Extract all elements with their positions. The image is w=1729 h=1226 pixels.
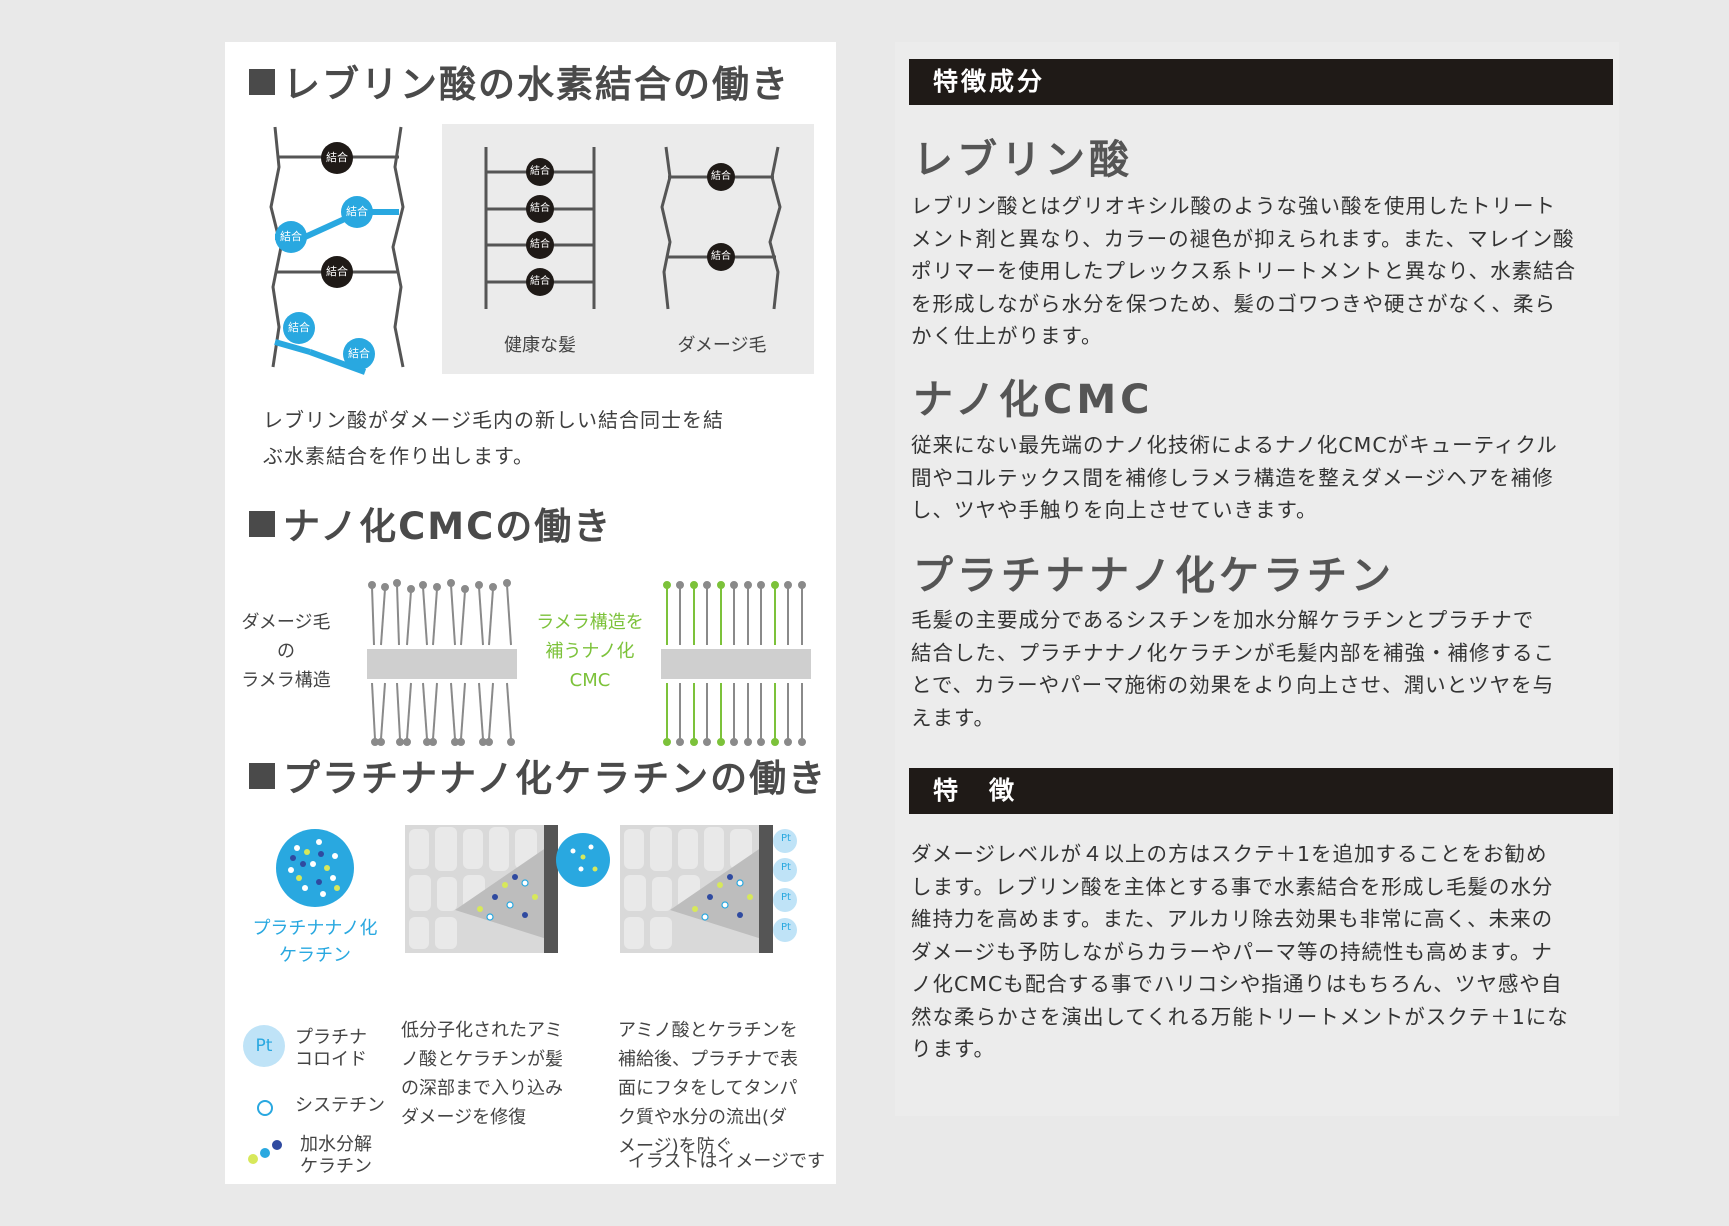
- damaged-lamella-diagram: [367, 579, 517, 746]
- square-bullet: [249, 69, 275, 95]
- legend-platinum-text: プラチナ コロイド: [295, 1027, 367, 1070]
- legend-cystine-icon: [257, 1100, 273, 1116]
- ingredient-title-levulinic: レブリン酸: [913, 137, 1133, 183]
- platinum-keratin-label: プラチナナノ化 ケラチン: [252, 918, 378, 966]
- left-illustration-panel: レブリン酸の水素結合の働き 結合 結合 結合 結合 結合 結合 結合 結合 結合…: [225, 42, 836, 1184]
- keratin-penetration-illustration: [405, 825, 610, 953]
- pt-bubble-4: Pt: [781, 922, 791, 933]
- damaged-bond-1: 結合: [707, 163, 735, 191]
- features-section-bar: 特徴成分: [909, 59, 1613, 105]
- healthy-bond-1: 結合: [526, 158, 554, 186]
- damaged-bond-2: 結合: [707, 243, 735, 271]
- ingredient-title-keratin: プラチナナノ化ケラチン: [913, 553, 1395, 599]
- ingredient-body-keratin: 毛髪の主要成分であるシスチンを加水分解ケラチンとプラチナで 結合した、プラチナナ…: [911, 608, 1555, 730]
- levulinic-caption: レブリン酸がダメージ毛内の新しい結合同士を結 ぶ水素結合を作り出します。: [263, 408, 724, 468]
- pt-bubble-2: Pt: [781, 862, 791, 873]
- legend-cystine-text: システチン: [295, 1095, 385, 1116]
- bond-dot-dark-1: 結合: [321, 142, 353, 174]
- square-bullet: [249, 511, 275, 537]
- section-heading-cmc: ナノ化CMCの働き: [249, 508, 612, 545]
- repaired-lamella-diagram: [661, 581, 811, 746]
- platinum-sealing-illustration: [620, 825, 797, 953]
- square-bullet: [249, 763, 275, 789]
- legend-hydrolyzed-icon: [248, 1140, 282, 1164]
- damaged-lamella-label: ダメージ毛 の ラメラ構造: [241, 612, 331, 691]
- bond-dot-blue-3: 結合: [283, 312, 315, 344]
- damaged-hair-label: ダメージ毛: [677, 335, 767, 356]
- traits-body: ダメージレベルが４以上の方はスクテ＋1を追加することをお勧め します。レブリン酸…: [911, 842, 1569, 1061]
- section-heading-keratin: プラチナナノ化ケラチンの働き: [249, 760, 827, 797]
- step1-description: 低分子化されたアミ ノ酸とケラチンが髪 の深部まで入り込み ダメージを修復: [401, 1020, 563, 1128]
- bond-dot-blue-4: 結合: [343, 338, 375, 370]
- legend-pt-badge: Pt: [243, 1025, 285, 1067]
- platinum-keratin-sphere: [276, 829, 354, 907]
- cmc-supplement-label: ラメラ構造を 補うナノ化 CMC: [536, 612, 644, 691]
- bond-dot-blue-1: 結合: [341, 196, 373, 228]
- ingredient-body-levulinic: レブリン酸とはグリオキシル酸のような強い酸を使用したトリート メント剤と異なり、…: [911, 194, 1577, 348]
- pt-bubble-3: Pt: [781, 892, 791, 903]
- illustration-note: イラストはイメージです: [627, 1151, 825, 1172]
- pt-bubble-1: Pt: [781, 833, 791, 844]
- bond-dot-dark-2: 結合: [321, 256, 353, 288]
- legend-hydrolyzed-text: 加水分解 ケラチン: [300, 1134, 372, 1177]
- step2-description: アミノ酸とケラチンを 補給後、プラチナで表 面にフタをしてタンパ ク質や水分の流…: [618, 1020, 798, 1157]
- ingredient-body-cmc: 従来にない最先端のナノ化技術によるナノ化CMCがキューティクル 間やコルテックス…: [911, 433, 1558, 522]
- healthy-bond-3: 結合: [526, 231, 554, 259]
- section-heading-levulinic: レブリン酸の水素結合の働き: [249, 66, 790, 103]
- ingredient-title-cmc: ナノ化CMC: [913, 377, 1154, 423]
- healthy-bond-2: 結合: [526, 195, 554, 223]
- right-description-panel: 特徴成分 レブリン酸 レブリン酸とはグリオキシル酸のような強い酸を使用したトリー…: [895, 42, 1619, 1116]
- healthy-hair-label: 健康な髪: [504, 335, 576, 356]
- traits-section-bar: 特 徴: [909, 768, 1613, 814]
- healthy-bond-4: 結合: [526, 268, 554, 296]
- bond-dot-blue-2: 結合: [275, 221, 307, 253]
